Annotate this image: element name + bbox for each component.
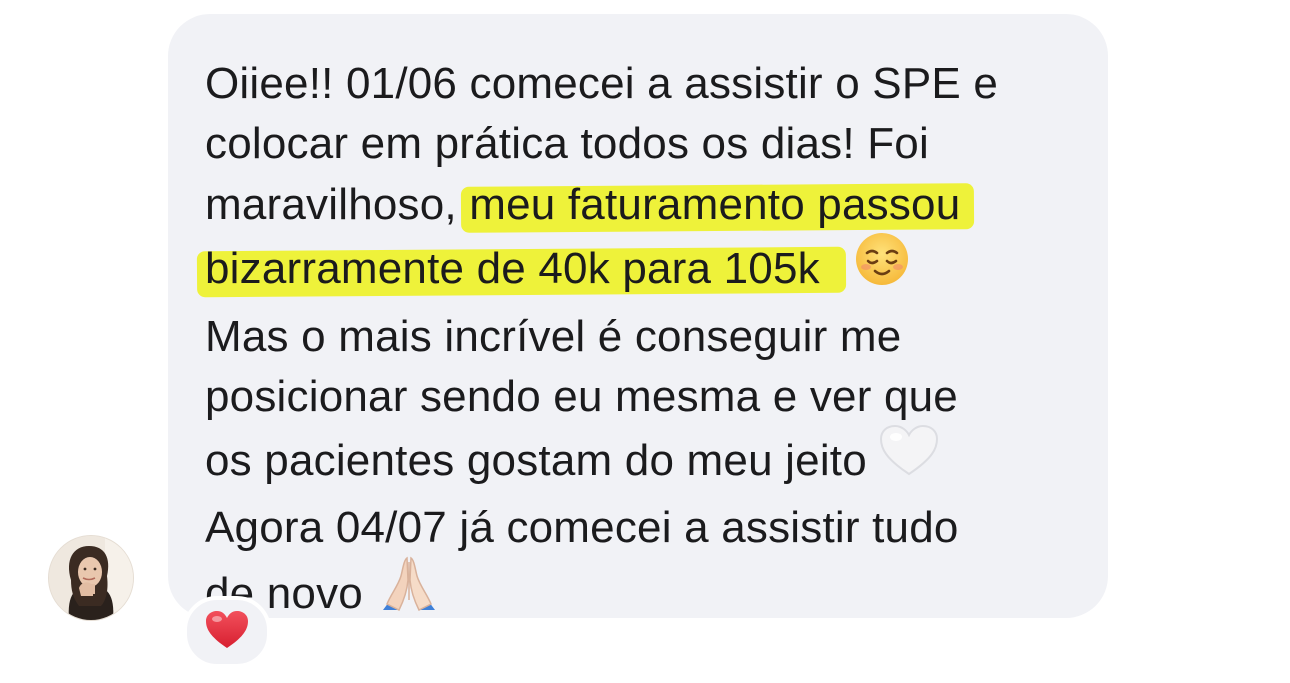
message-line: posicionar sendo eu mesma e ver que	[205, 372, 958, 422]
message-bubble[interactable]: Oiiee!! 01/06 comecei a assistir o SPE e…	[168, 14, 1108, 618]
highlighted-text: bizarramente de 40k para 105k	[205, 239, 820, 299]
chat-view: Oiiee!! 01/06 comecei a assistir o SPE e…	[0, 0, 1290, 683]
reaction-badge[interactable]	[183, 596, 271, 668]
folded-hands-icon	[377, 554, 441, 630]
message-line: Mas o mais incrível é conseguir me	[205, 312, 902, 362]
message-line: Oiiee!! 01/06 comecei a assistir o SPE e	[205, 59, 999, 108]
message-line-text: os pacientes gostam do meu jeito	[205, 435, 867, 485]
highlighted-text: meu faturamento passou	[469, 175, 960, 235]
message-text: Oiiee!! 01/06 comecei a assistir o SPE e…	[205, 54, 1108, 635]
user-avatar[interactable]	[48, 535, 134, 621]
message-line: de novo	[205, 557, 1108, 634]
message-line: Agora 04/07 já comecei a assistir tudo	[205, 503, 959, 553]
message-line: os pacientes gostam do meu jeito	[205, 424, 1108, 498]
message-line: bizarramente de 40k para 105k	[205, 232, 1108, 307]
red-heart-icon	[205, 610, 249, 655]
smiling-face-icon	[854, 231, 910, 303]
message-line: colocar em prática todos os dias! Foi	[205, 119, 929, 169]
message-line: maravilhoso, meu faturamento passou	[205, 175, 1108, 235]
message-line-text: maravilhoso,	[205, 179, 470, 229]
white-heart-icon	[879, 424, 939, 494]
